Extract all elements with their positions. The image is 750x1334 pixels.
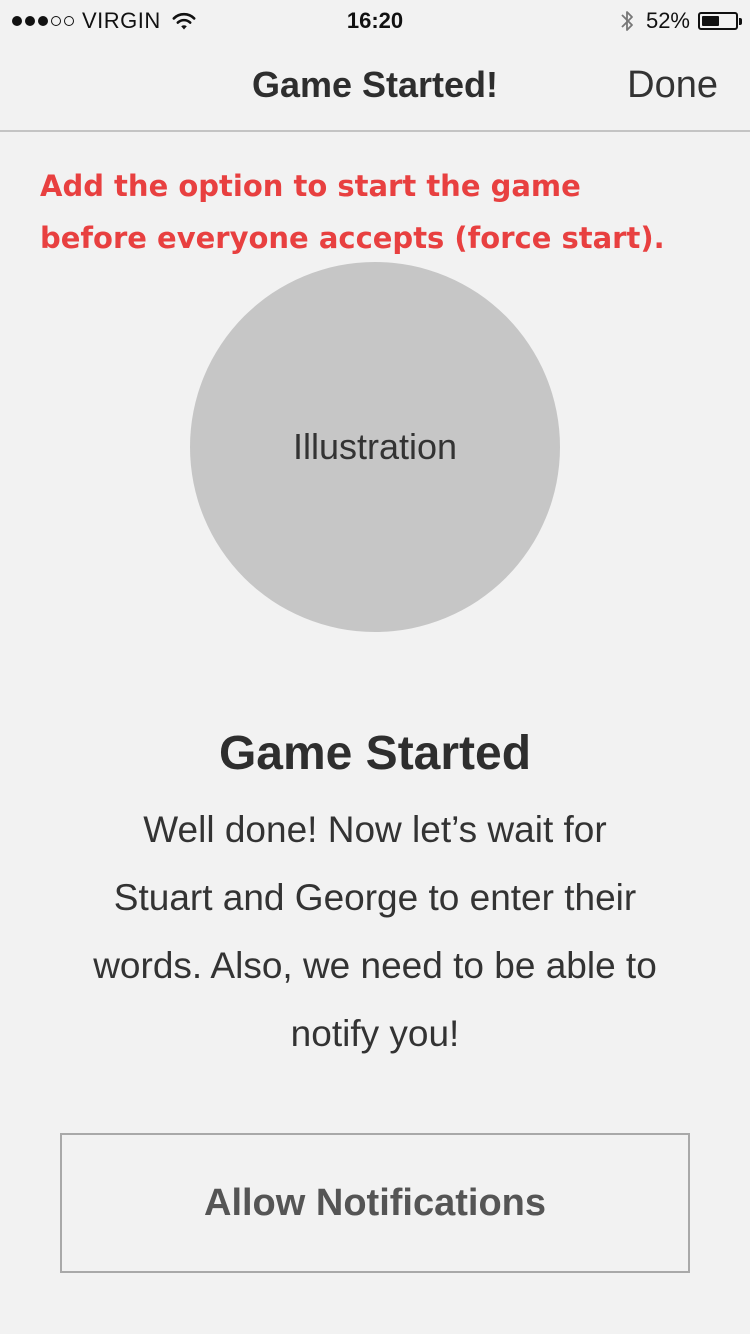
illustration-label: Illustration (292, 426, 458, 467)
status-right: 52% (620, 8, 742, 34)
annotation-note: Add the option to start the game before … (40, 169, 665, 255)
illustration-placeholder: Illustration (190, 262, 560, 632)
allow-notifications-button[interactable]: Allow Notifications (60, 1133, 690, 1273)
bluetooth-icon (621, 11, 633, 31)
body-message: Well done! Now let’s wait for Stuart and… (93, 809, 657, 1054)
navigation-bar: Game Started! Done (0, 40, 750, 132)
status-bar: VIRGIN 16:20 52% (0, 0, 750, 40)
battery-fill (702, 16, 719, 26)
page-heading: Game Started (218, 727, 532, 780)
done-button[interactable]: Done (627, 64, 718, 107)
battery-percent: 52% (645, 8, 690, 33)
battery-icon (698, 12, 742, 30)
battery-cap (739, 18, 742, 25)
